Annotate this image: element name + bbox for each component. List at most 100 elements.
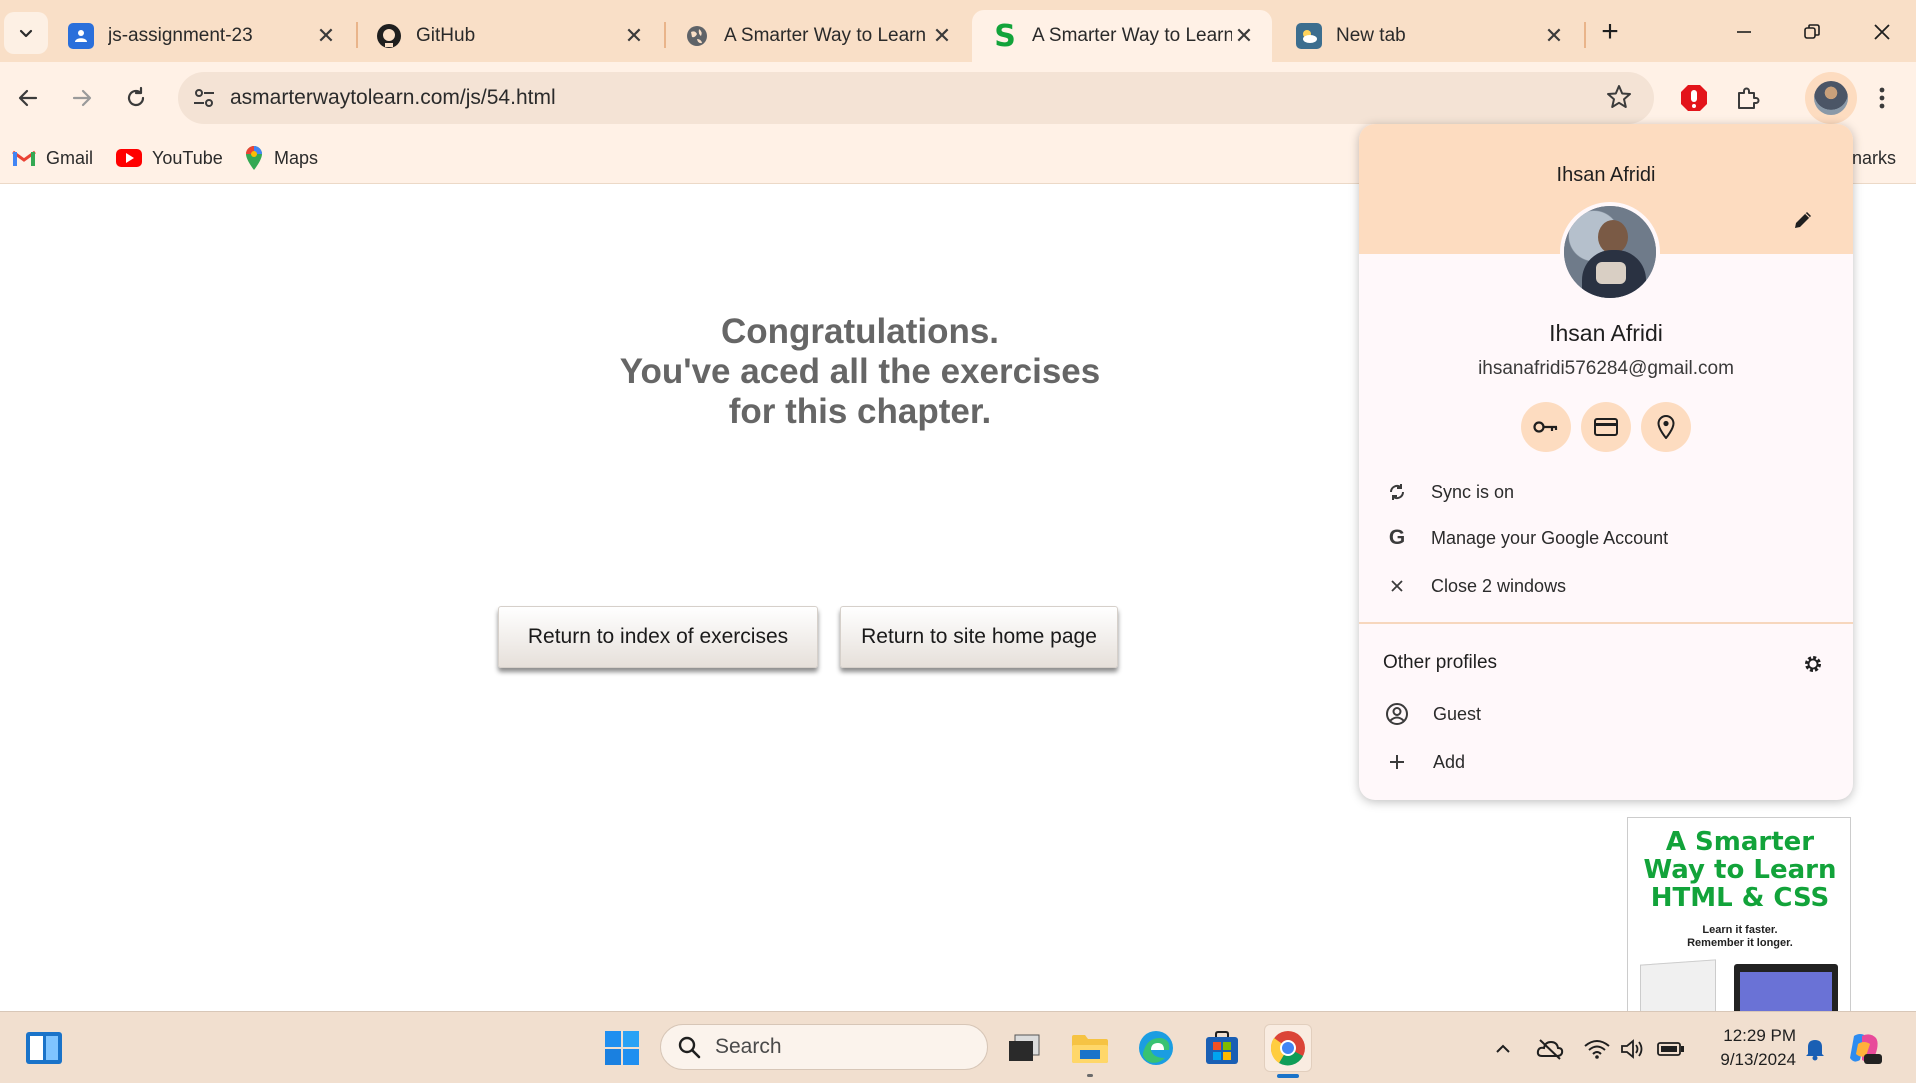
url-text[interactable]: asmarterwaytolearn.com/js/54.html [230, 86, 556, 110]
manage-profiles-button[interactable] [1797, 648, 1829, 680]
clock[interactable]: 12:29 PM 9/13/2024 [1700, 1024, 1796, 1072]
file-explorer-button[interactable] [1066, 1024, 1114, 1072]
location-pin-icon [1657, 415, 1675, 439]
tab-smarter-way-active[interactable]: S A Smarter Way to Learn J ✕ [972, 10, 1272, 62]
bookmark-youtube[interactable]: YouTube [116, 142, 223, 174]
volume-button[interactable] [1618, 1034, 1648, 1064]
tab-new-tab[interactable]: New tab ✕ [1276, 10, 1582, 62]
ad-title-line: Way to Learn [1643, 855, 1837, 885]
congrats-line: for this chapter. [728, 392, 992, 431]
task-view-icon [1009, 1034, 1040, 1061]
bookmark-maps[interactable]: Maps [244, 142, 318, 174]
ad-tagline-line: Learn it faster. [1702, 924, 1778, 936]
tab-github[interactable]: GitHub ✕ [356, 10, 662, 62]
bookmark-label: YouTube [152, 147, 223, 168]
copilot-button[interactable] [1846, 1030, 1882, 1066]
taskbar-search[interactable]: Search [660, 1024, 988, 1070]
show-hidden-icons-button[interactable] [1488, 1034, 1518, 1064]
address-bar[interactable]: asmarterwaytolearn.com/js/54.html [178, 72, 1654, 124]
add-icon [1383, 754, 1411, 770]
smarter-way-s-icon: S [994, 18, 1016, 54]
globe-icon [684, 23, 710, 49]
payment-methods-button[interactable] [1581, 402, 1631, 452]
battery-button[interactable] [1656, 1034, 1686, 1064]
all-bookmarks-partial[interactable]: narks [1852, 142, 1896, 174]
extensions-button[interactable] [1726, 76, 1770, 120]
notifications-button[interactable] [1800, 1034, 1830, 1064]
site-info-icon[interactable] [192, 86, 216, 115]
menu-item-label: Guest [1433, 703, 1482, 724]
onedrive-button[interactable] [1535, 1034, 1565, 1064]
congrats-line: You've aced all the exercises [619, 352, 1101, 391]
tab-smarter-way-1[interactable]: A Smarter Way to Learn J ✕ [664, 10, 970, 62]
return-to-home-button[interactable]: Return to site home page [840, 606, 1118, 668]
book-advertisement[interactable]: A Smarter Way to Learn HTML & CSS Learn … [1627, 817, 1851, 1012]
return-to-index-button[interactable]: Return to index of exercises [498, 606, 818, 668]
reload-button[interactable] [114, 76, 158, 120]
weather-icon [1296, 23, 1322, 49]
tab-js-assignment[interactable]: js-assignment-23 ✕ [48, 10, 354, 62]
addresses-button[interactable] [1641, 402, 1691, 452]
tab-close-button[interactable]: ✕ [1232, 23, 1256, 49]
back-arrow-icon [18, 89, 38, 107]
menu-item-label: Close 2 windows [1431, 575, 1567, 596]
search-icon [677, 1035, 701, 1059]
tab-close-button[interactable]: ✕ [930, 23, 954, 49]
chrome-taskbar-button[interactable] [1264, 1024, 1312, 1072]
add-profile-item[interactable]: Add [1359, 740, 1853, 784]
other-profiles-heading: Other profiles [1383, 652, 1498, 673]
adblock-extension-button[interactable] [1672, 76, 1716, 120]
edge-icon [1139, 1031, 1173, 1065]
manage-google-account-item[interactable]: G Manage your Google Account [1359, 516, 1853, 560]
start-button[interactable] [598, 1024, 646, 1072]
cloud-offline-icon [1536, 1039, 1564, 1060]
profile-avatar [1560, 202, 1660, 302]
bookmark-gmail[interactable]: Gmail [12, 142, 93, 174]
restore-button[interactable] [1784, 12, 1840, 52]
wifi-button[interactable] [1582, 1034, 1612, 1064]
tab-strip: js-assignment-23 ✕ GitHub ✕ A Smarter Wa… [0, 0, 1916, 62]
youtube-icon [116, 149, 142, 167]
chrome-menu-button[interactable] [1860, 76, 1904, 120]
sync-status-item[interactable]: Sync is on [1359, 470, 1853, 514]
maps-icon [244, 145, 264, 171]
profile-email: ihsanafridi576284@gmail.com [1478, 358, 1734, 379]
gmail-icon [12, 149, 36, 167]
edge-button[interactable] [1132, 1024, 1180, 1072]
battery-icon [1657, 1042, 1684, 1056]
bookmark-star-icon[interactable] [1606, 84, 1632, 115]
tab-close-button[interactable]: ✕ [1542, 23, 1566, 49]
chrome-icon [1270, 1031, 1305, 1066]
profile-button[interactable] [1805, 72, 1857, 124]
passwords-button[interactable] [1521, 402, 1571, 452]
tab-title: A Smarter Way to Learn J [724, 25, 930, 46]
close-windows-item[interactable]: Close 2 windows [1359, 564, 1853, 608]
forward-button[interactable] [60, 76, 104, 120]
classroom-icon [68, 23, 94, 49]
menu-item-label: Manage your Google Account [1431, 527, 1669, 548]
new-tab-button[interactable]: + [1582, 12, 1638, 52]
guest-profile-item[interactable]: Guest [1359, 692, 1853, 736]
github-icon [376, 23, 402, 49]
close-window-button[interactable] [1854, 12, 1910, 52]
ad-title-line: A Smarter [1665, 827, 1815, 857]
store-icon [1206, 1031, 1238, 1064]
tab-close-button[interactable]: ✕ [314, 23, 338, 49]
microsoft-store-button[interactable] [1198, 1024, 1246, 1072]
bell-icon [1806, 1040, 1824, 1061]
congratulations-message: Congratulations. You've aced all the exe… [520, 312, 1200, 432]
copilot-icon [1850, 1034, 1882, 1064]
reload-icon [127, 86, 145, 107]
wifi-icon [1584, 1040, 1610, 1059]
task-view-button[interactable] [1000, 1024, 1048, 1072]
adblock-stop-icon [1681, 85, 1707, 111]
windows-logo-icon [605, 1031, 639, 1065]
back-button[interactable] [6, 76, 50, 120]
menu-item-label: Sync is on [1431, 481, 1515, 502]
tab-close-button[interactable]: ✕ [622, 23, 646, 49]
edit-profile-button[interactable] [1787, 204, 1819, 236]
minimize-button[interactable] [1716, 12, 1772, 52]
bookmark-label: Gmail [46, 147, 94, 168]
widgets-button[interactable] [20, 1024, 68, 1072]
tab-search-button[interactable] [4, 12, 48, 54]
